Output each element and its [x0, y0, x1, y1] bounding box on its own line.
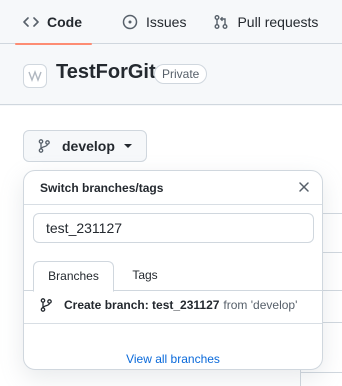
tab-pull-requests-label: Pull requests [237, 13, 319, 30]
github-repo-page: Code Issues Pull requests TestForGit Pri… [0, 0, 342, 386]
git-pull-request-icon [214, 14, 228, 29]
tab-code[interactable]: Code [15, 0, 92, 45]
tab-pull-requests[interactable]: Pull requests [213, 0, 318, 44]
tab-tags[interactable]: Tags [130, 261, 160, 291]
tab-issues[interactable]: Issues [122, 0, 186, 44]
close-icon[interactable] [296, 179, 312, 195]
avatar-logo-icon [28, 70, 42, 82]
create-branch-item[interactable]: Create branch: test_231127 from 'develop… [40, 295, 297, 315]
view-all-branches-link[interactable]: View all branches [24, 352, 322, 366]
visibility-badge: Private [154, 64, 208, 84]
git-branch-icon [38, 139, 50, 153]
chevron-down-icon [123, 144, 132, 148]
owner-avatar[interactable] [23, 64, 47, 88]
issue-opened-icon [122, 14, 138, 29]
current-branch-label: develop [62, 138, 115, 154]
popover-title: Switch branches/tags [40, 181, 164, 195]
create-branch-source: from 'develop' [223, 298, 298, 312]
branch-select-button[interactable]: develop [23, 130, 147, 162]
tab-code-label: Code [47, 13, 82, 30]
popover-tabs: Branches Tags [24, 261, 322, 292]
code-icon [23, 16, 39, 27]
git-branch-icon [40, 298, 52, 312]
popover-header: Switch branches/tags [24, 171, 322, 205]
popover-footer: View all branches [24, 323, 322, 370]
repo-name[interactable]: TestForGit [56, 61, 156, 84]
create-branch-label: Create branch: test_231127 [64, 298, 220, 312]
branch-filter-input[interactable] [33, 213, 314, 243]
tab-branches[interactable]: Branches [33, 261, 114, 292]
file-list-divider [300, 372, 342, 373]
branch-popover: Switch branches/tags Branches Tags Creat… [23, 170, 323, 370]
tab-issues-label: Issues [146, 13, 187, 30]
repo-nav: Code Issues Pull requests [0, 0, 342, 45]
